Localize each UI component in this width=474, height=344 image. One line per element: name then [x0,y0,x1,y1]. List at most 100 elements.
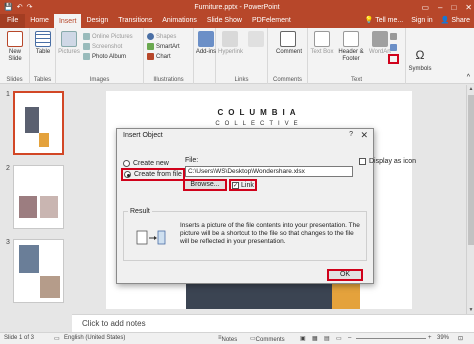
ribbon-tabs: File Home Insert Design Transitions Anim… [0,14,474,28]
thumbnail-number: 3 [6,239,10,246]
symbols-group: Ω Symbols [406,28,436,84]
scroll-down-icon[interactable]: ▼ [467,307,474,313]
notes-pane[interactable]: Click to add notes [72,314,474,332]
slides-group: New Slide Slides [0,28,30,84]
table-button[interactable]: Table [31,31,55,56]
text-box-label: Text Box [310,49,334,55]
link-checkbox[interactable]: ✓ Link [229,179,257,191]
zoom-out-icon[interactable]: – [348,335,351,341]
tab-insert[interactable]: Insert [53,14,82,28]
online-pictures-label: Online Pictures [92,33,133,40]
ribbon-display-icon[interactable]: ▭ [421,3,429,12]
tab-slide-show[interactable]: Slide Show [202,14,247,28]
object-highlight[interactable] [388,54,399,64]
create-from-file-label: Create from file [134,171,182,178]
file-path-input[interactable] [185,166,353,177]
date-time-button[interactable] [390,32,397,41]
thumbnail-number: 2 [6,165,10,172]
addins-button[interactable]: Add-ins [194,31,218,56]
share-button[interactable]: 👤 Share [441,14,470,28]
create-from-file-radio[interactable]: Create from file [121,168,185,181]
slide-brand-title: COLUMBIA [217,108,301,117]
create-new-radio[interactable]: Create new [123,160,169,167]
images-group: Pictures Online Pictures Screenshot Phot… [56,28,144,84]
illustrations-group-label: Illustrations [153,77,184,83]
screenshot-icon [83,43,90,50]
slide-thumbnail-1[interactable] [13,91,64,155]
header-footer-button[interactable]: Header & Footer [336,31,366,63]
thumbnail-accent-block [39,133,49,147]
slide-thumbnail-2[interactable] [13,165,64,229]
zoom-level[interactable]: 39% [437,335,449,341]
scroll-thumb[interactable] [468,95,474,245]
thumbnail-chair-image [25,107,39,133]
comments-toggle-label: Comments [255,337,285,343]
result-box: Result Inserts a picture of the file con… [123,208,367,261]
zoom-slider[interactable] [356,338,426,339]
hyperlink-button[interactable]: Hyperlink [218,31,243,56]
wordart-icon [372,31,388,47]
header-footer-icon [343,31,359,47]
shapes-button[interactable]: Shapes [147,32,176,41]
chart-button[interactable]: Chart [147,52,171,61]
close-icon[interactable]: ✕ [465,3,472,12]
notes-toggle[interactable]: ≡ Notes [218,335,237,343]
tab-design[interactable]: Design [81,14,113,28]
slide-thumbnail-3[interactable] [13,239,64,303]
resize-grip [315,281,319,285]
screenshot-button[interactable]: Screenshot [83,42,122,51]
vertical-scrollbar[interactable]: ▲ ▼ [466,85,474,314]
help-icon[interactable]: ? [349,131,353,138]
collapse-ribbon-icon[interactable]: ^ [467,74,470,81]
window-controls: ▭ – □ ✕ [421,0,472,14]
comment-button[interactable]: Comment [276,31,302,56]
photo-album-button[interactable]: Photo Album [83,52,126,61]
links-group-label: Links [234,77,249,83]
pictures-label: Pictures [58,49,80,55]
action-button[interactable] [244,31,268,49]
sign-in-link[interactable]: Sign in [411,14,432,28]
tab-home[interactable]: Home [25,14,54,28]
reading-view-icon[interactable]: ▤ [324,335,330,342]
omega-icon: Ω [415,48,425,62]
language-indicator[interactable]: English (United States) [64,335,125,341]
spellcheck-icon[interactable]: ▭ [54,335,60,342]
minimize-icon[interactable]: – [438,3,442,12]
shapes-label: Shapes [156,33,177,40]
zoom-in-icon[interactable]: + [428,335,432,341]
text-group-label: Text [350,77,362,83]
pictures-button[interactable]: Pictures [57,31,81,56]
object-button[interactable] [390,43,397,52]
fit-slide-icon[interactable]: ⊡ [458,335,463,342]
table-label: Table [35,49,51,55]
smartart-button[interactable]: SmartArt [147,42,180,51]
browse-button[interactable]: Browse... [183,179,227,191]
comments-group: Comment Comments [268,28,308,84]
tab-pdfelement[interactable]: PDFelement [247,14,296,28]
display-as-icon-checkbox[interactable]: Display as icon [359,158,416,165]
tables-group: Table Tables [30,28,56,84]
tab-file[interactable]: File [0,14,26,28]
scroll-up-icon[interactable]: ▲ [467,86,474,92]
thumbnail-image-block [19,245,39,273]
tab-animations[interactable]: Animations [157,14,202,28]
images-group-label: Images [89,77,110,83]
comments-toggle[interactable]: ▭ Comments [250,335,285,343]
online-pictures-button[interactable]: Online Pictures [83,32,133,41]
text-box-button[interactable]: Text Box [310,31,334,56]
slideshow-icon[interactable]: ▭ [336,335,342,342]
thumbnail-image-block [40,196,58,218]
tell-me-box[interactable]: 💡 Tell me... [365,14,404,28]
title-bar: 💾 ↶ ↷ Furniture.pptx - PowerPoint ▭ – □ … [0,0,474,14]
maximize-icon[interactable]: □ [451,3,456,12]
normal-view-icon[interactable]: ▣ [300,335,306,342]
comments-group-label: Comments [272,77,302,83]
new-slide-button[interactable]: New Slide [3,31,27,63]
slide-sorter-icon[interactable]: ▦ [312,335,318,342]
symbols-button[interactable]: Ω Symbols [408,48,432,73]
ok-button[interactable]: OK [327,269,363,281]
thumbnail-number: 1 [6,91,10,98]
tab-transitions[interactable]: Transitions [113,14,157,28]
close-icon[interactable]: ✕ [360,130,368,141]
photo-album-label: Photo Album [92,53,127,60]
